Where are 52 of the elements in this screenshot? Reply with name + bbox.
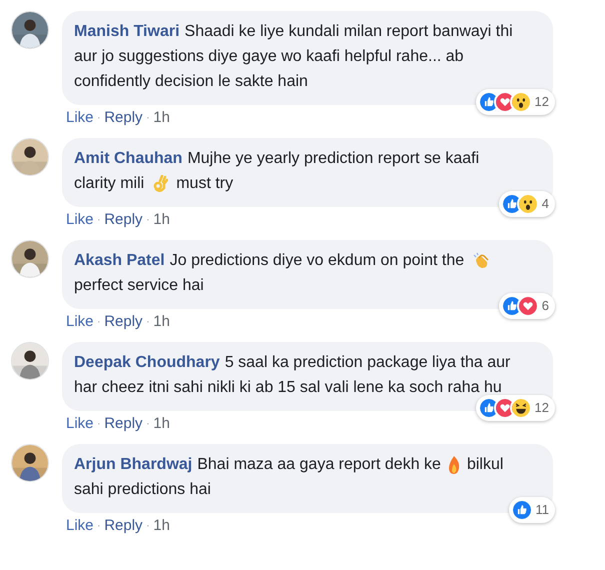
thumbs-up-icon <box>510 499 532 521</box>
reaction-count: 12 <box>534 400 549 416</box>
comment-time: 1h <box>153 414 170 434</box>
reaction-count: 4 <box>542 196 549 212</box>
separator-dot: · <box>146 112 150 124</box>
comment-text: Arjun Bhardwaj Bhai maza aa gaya report dekh ke bilkul sahi predictions hai <box>74 454 504 500</box>
surprised-face-icon <box>516 193 539 215</box>
like-link[interactable]: Like <box>66 108 94 128</box>
separator-dot: · <box>98 418 100 430</box>
author-link[interactable]: Arjun Bhardwaj <box>74 456 192 473</box>
reaction-summary[interactable]: 12 <box>476 89 555 115</box>
separator-dot: · <box>98 316 100 328</box>
reply-link[interactable]: Reply <box>104 414 143 434</box>
reaction-summary[interactable]: 12 <box>476 395 555 421</box>
separator-dot: · <box>98 520 100 532</box>
author-link[interactable]: Amit Chauhan <box>74 150 182 167</box>
comment-text: Amit Chauhan Mujhe ye yearly prediction report se kaafi clarity mili must try <box>74 149 480 195</box>
comment-time: 1h <box>153 108 170 128</box>
reply-link[interactable]: Reply <box>104 210 143 230</box>
reaction-count: 11 <box>536 502 549 518</box>
like-link[interactable]: Like <box>66 414 94 434</box>
comment-time: 1h <box>153 516 170 536</box>
separator-dot: · <box>98 214 100 226</box>
separator-dot: · <box>146 520 150 532</box>
reaction-summary[interactable]: 6 <box>498 293 555 319</box>
like-link[interactable]: Like <box>66 312 94 332</box>
clapping-hands-icon <box>472 252 490 270</box>
fire-icon <box>446 456 461 474</box>
like-link[interactable]: Like <box>66 210 94 230</box>
author-link[interactable]: Deepak Choudhary <box>74 354 220 371</box>
like-link[interactable]: Like <box>66 516 94 536</box>
surprised-face-icon <box>510 91 532 113</box>
reply-link[interactable]: Reply <box>104 108 143 128</box>
reply-link[interactable]: Reply <box>104 312 143 332</box>
heart-icon <box>516 295 539 317</box>
reply-link[interactable]: Reply <box>104 516 143 536</box>
reaction-summary[interactable]: 4 <box>498 191 555 217</box>
ok-hand-icon <box>152 174 168 193</box>
author-link[interactable]: Akash Patel <box>74 252 165 269</box>
comment-text: Manish Tiwari Shaadi ke liye kundali milan report banwayi thi aur jo suggestions diye gaye wo kaafi helpful rahe... ab confidently decision le sakte hain <box>74 22 514 92</box>
separator-dot: · <box>146 418 150 430</box>
reaction-count: 12 <box>534 94 549 110</box>
separator-dot: · <box>98 112 100 124</box>
comment-time: 1h <box>153 210 170 230</box>
separator-dot: · <box>146 214 150 226</box>
laughing-face-icon <box>510 397 532 419</box>
reaction-summary[interactable]: 11 <box>508 497 555 523</box>
author-link[interactable]: Manish Tiwari <box>74 23 180 40</box>
reaction-count: 6 <box>542 298 549 314</box>
comment-text: Deepak Choudhary 5 saal ka prediction package liya tha aur har cheez itni sahi nikli ki ab 15 sal vali lene ka soch raha hu <box>74 353 512 398</box>
separator-dot: · <box>146 316 150 328</box>
comment-time: 1h <box>153 312 170 332</box>
